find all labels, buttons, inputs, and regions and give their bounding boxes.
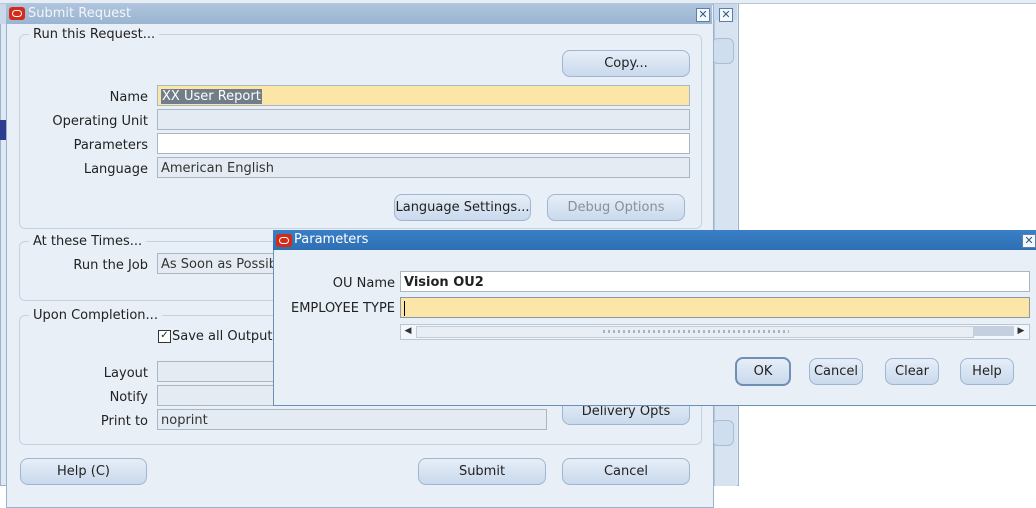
dialog-title: Submit Request	[28, 6, 132, 21]
layout-label: Layout	[103, 366, 148, 381]
scrollbar-track	[974, 326, 1014, 336]
parameters-help-button[interactable]: Help	[960, 358, 1014, 385]
parameters-cancel-button[interactable]: Cancel	[809, 358, 863, 385]
background-close-icon[interactable]: ✕	[719, 8, 733, 22]
ou-name-field[interactable]: Vision OU2	[400, 271, 1030, 292]
parameters-field[interactable]	[157, 133, 690, 154]
ou-name-label: OU Name	[332, 276, 395, 291]
operating-unit-label: Operating Unit	[52, 114, 148, 129]
run-request-legend: Run this Request...	[29, 27, 160, 42]
parameters-titlebar	[273, 230, 1036, 250]
help-button[interactable]: Help (C)	[20, 458, 147, 485]
times-legend: At these Times...	[29, 234, 147, 249]
print-to-field[interactable]: noprint	[157, 409, 547, 430]
layout-field[interactable]	[157, 361, 287, 382]
employee-type-label: EMPLOYEE TYPE	[290, 301, 395, 316]
cancel-button[interactable]: Cancel	[562, 458, 690, 485]
scrollbar-thumb[interactable]	[416, 326, 974, 338]
parameters-label: Parameters	[73, 138, 148, 153]
run-job-field[interactable]: As Soon as Possib	[157, 253, 287, 274]
submit-button[interactable]: Submit	[418, 458, 546, 485]
language-settings-button[interactable]: Language Settings...	[394, 194, 531, 221]
oracle-logo-icon	[276, 234, 292, 247]
completion-legend: Upon Completion...	[29, 308, 162, 323]
ok-button[interactable]: OK	[735, 357, 791, 386]
save-output-label: Save all Output F	[172, 329, 285, 344]
close-icon[interactable]: ✕	[696, 8, 710, 22]
notify-field[interactable]	[157, 385, 287, 406]
debug-options-button[interactable]: Debug Options	[547, 194, 685, 221]
print-to-label: Print to	[100, 414, 148, 429]
employee-type-field[interactable]	[400, 297, 1030, 318]
name-label: Name	[109, 90, 148, 105]
checkbox-icon[interactable]: ✓	[158, 330, 171, 343]
language-field[interactable]: American English	[157, 157, 690, 178]
scrollbar-grip	[603, 330, 789, 333]
oracle-logo-icon	[9, 7, 25, 20]
background-button-stub	[712, 38, 734, 64]
language-label: Language	[83, 162, 148, 177]
clear-button[interactable]: Clear	[885, 358, 939, 385]
run-job-label: Run the Job	[73, 258, 148, 273]
name-value: XX User Report	[161, 89, 262, 104]
scroll-right-arrow-icon[interactable]: ▶	[1015, 325, 1027, 337]
background-button-stub	[712, 420, 734, 446]
parameters-title: Parameters	[294, 232, 369, 247]
text-cursor	[404, 301, 405, 316]
parameters-close-icon[interactable]: ✕	[1022, 234, 1036, 248]
operating-unit-field[interactable]	[157, 109, 690, 130]
name-field[interactable]: XX User Report	[157, 85, 690, 106]
scroll-left-arrow-icon[interactable]: ◀	[402, 325, 414, 337]
notify-label: Notify	[109, 390, 148, 405]
copy-button[interactable]: Copy...	[562, 50, 690, 77]
